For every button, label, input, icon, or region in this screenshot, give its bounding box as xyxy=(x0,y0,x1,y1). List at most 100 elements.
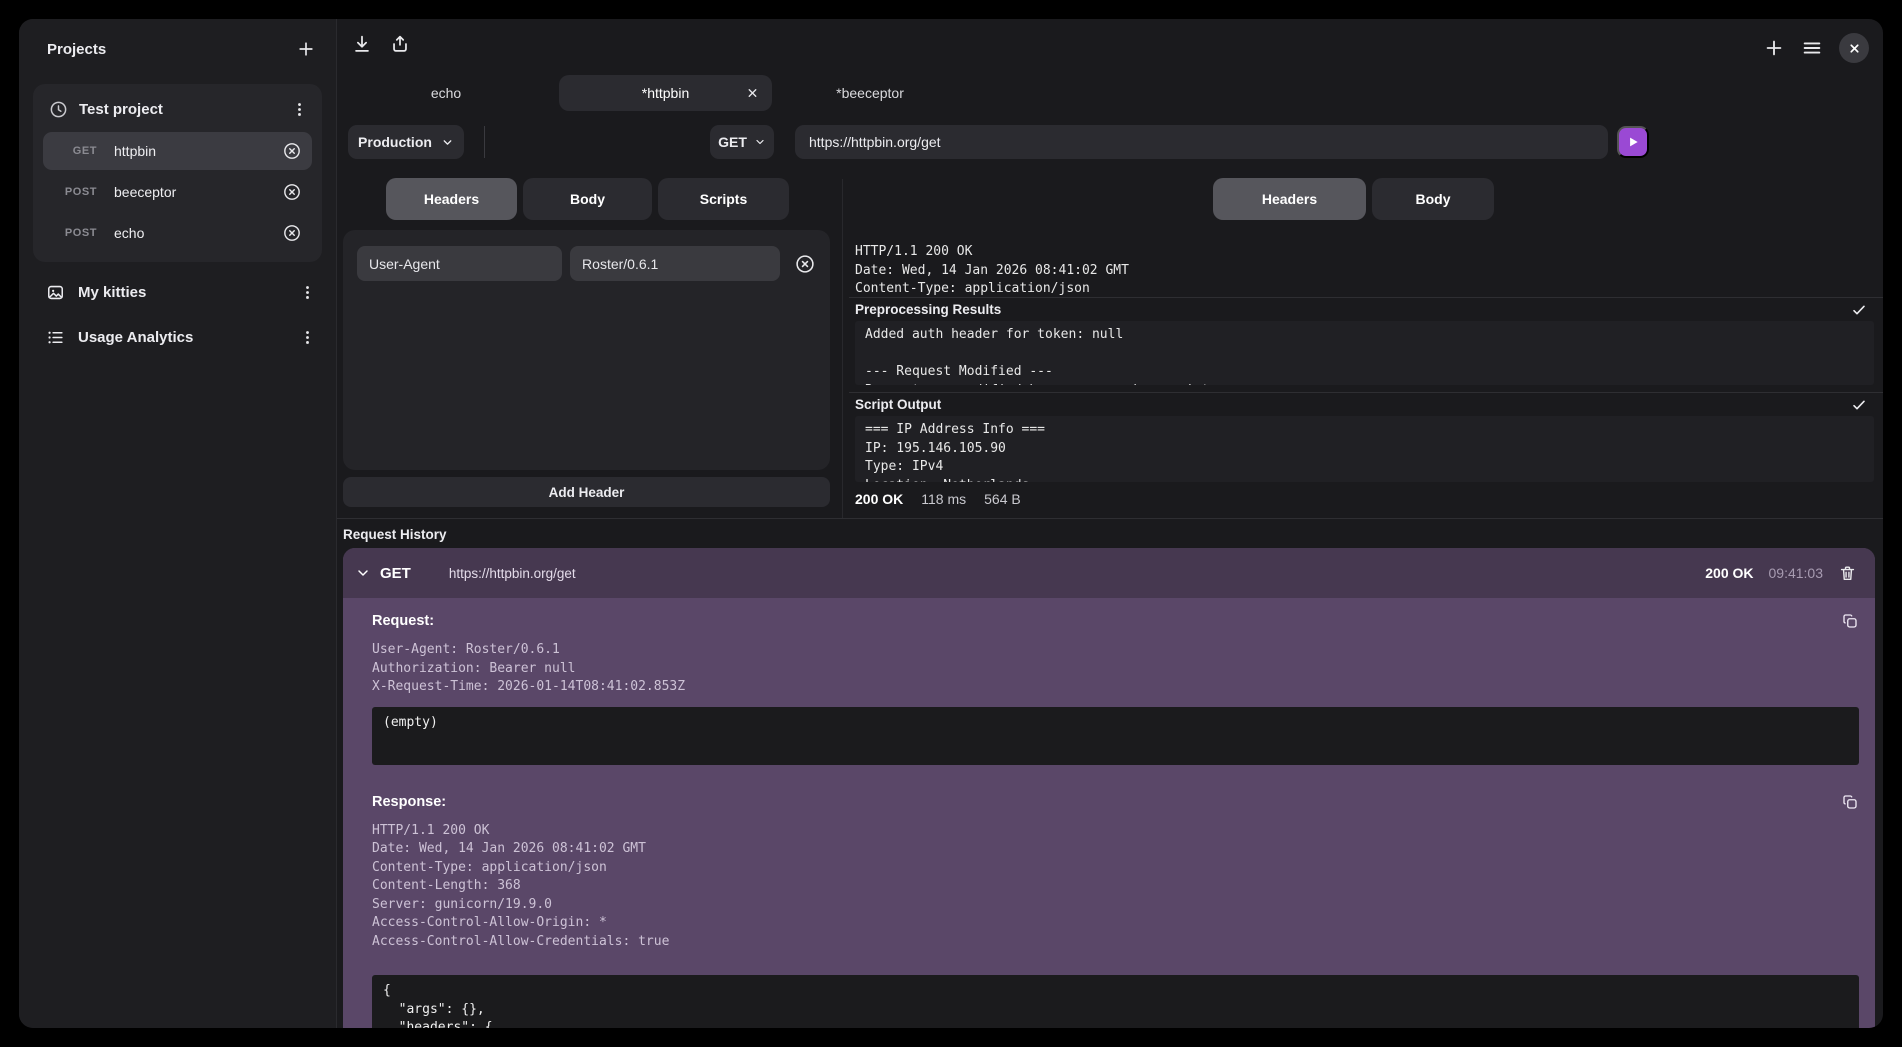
method-label: GET xyxy=(718,134,747,150)
copy-response-button[interactable] xyxy=(1841,793,1859,811)
url-input[interactable]: https://httpbin.org/get xyxy=(795,125,1608,159)
copy-request-button[interactable] xyxy=(1841,612,1859,630)
share-icon xyxy=(389,33,411,55)
close-icon xyxy=(1848,42,1861,55)
collection-name: My kitties xyxy=(78,284,286,301)
list-icon xyxy=(46,328,65,347)
history-entry: GET https://httpbin.org/get 200 OK 09:41… xyxy=(343,548,1875,1028)
new-project-button[interactable] xyxy=(296,39,316,59)
collection-menu-button[interactable] xyxy=(299,329,316,346)
environment-dropdown[interactable]: Production xyxy=(348,125,464,159)
tab-echo[interactable]: echo xyxy=(356,85,536,101)
copy-icon xyxy=(1841,793,1859,811)
tab-request-headers[interactable]: Headers xyxy=(386,178,517,220)
section-title: Script Output xyxy=(855,397,941,412)
plus-icon xyxy=(296,39,316,59)
tab-beeceptor[interactable]: *beeceptor xyxy=(772,85,968,101)
kebab-menu-icon xyxy=(299,284,316,301)
trash-icon xyxy=(1838,564,1857,583)
check-icon xyxy=(1851,397,1867,413)
remove-header-button[interactable] xyxy=(794,253,816,275)
history-request-headers: User-Agent: Roster/0.6.1 Authorization: … xyxy=(372,641,1859,697)
sidebar-item-httpbin[interactable]: GET httpbin xyxy=(43,132,312,170)
status-code: 200 OK xyxy=(855,491,903,507)
history-response-headers: HTTP/1.1 200 OK Date: Wed, 14 Jan 2026 0… xyxy=(372,822,1859,952)
history-method: GET xyxy=(380,565,411,582)
request-name-label: httpbin xyxy=(114,143,282,159)
sidebar-item-my-kitties[interactable]: My kitties xyxy=(19,270,336,315)
request-label: Request: xyxy=(372,613,434,629)
kebab-menu-icon xyxy=(299,329,316,346)
history-request-body: (empty) xyxy=(372,707,1859,765)
chevron-down-icon xyxy=(441,136,454,149)
header-value-input[interactable]: Roster/0.6.1 xyxy=(570,246,780,281)
chevron-down-icon xyxy=(754,136,766,148)
status-size: 564 B xyxy=(984,491,1021,507)
kebab-menu-icon xyxy=(291,101,308,118)
new-tab-button[interactable] xyxy=(1763,37,1785,59)
add-header-button[interactable]: Add Header xyxy=(343,477,830,507)
hamburger-menu-icon xyxy=(1801,37,1823,59)
request-name-label: echo xyxy=(114,225,282,241)
plus-icon xyxy=(1763,37,1785,59)
collection-name: Usage Analytics xyxy=(78,329,286,346)
sidebar: Projects Test project GET httpbin xyxy=(19,19,337,1028)
method-dropdown[interactable]: GET xyxy=(710,125,774,159)
close-tab-icon[interactable] xyxy=(746,87,759,100)
request-name-label: beeceptor xyxy=(114,184,282,200)
play-icon xyxy=(1626,135,1640,149)
tab-request-scripts[interactable]: Scripts xyxy=(658,178,789,220)
copy-icon xyxy=(1841,612,1859,630)
tab-response-body[interactable]: Body xyxy=(1372,178,1494,220)
project-name: Test project xyxy=(79,101,280,118)
history-entry-detail: Request: User-Agent: Roster/0.6.1 Author… xyxy=(343,598,1875,1028)
history-entry-row[interactable]: GET https://httpbin.org/get 200 OK 09:41… xyxy=(343,548,1875,598)
remove-circle-icon xyxy=(794,253,816,275)
download-icon xyxy=(351,33,373,55)
response-label: Response: xyxy=(372,794,446,810)
app-window: Projects Test project GET httpbin xyxy=(19,19,1883,1028)
remove-request-button[interactable] xyxy=(282,141,302,161)
tab-httpbin[interactable]: *httpbin xyxy=(559,75,772,111)
tab-request-body[interactable]: Body xyxy=(523,178,652,220)
history-status: 200 OK xyxy=(1705,565,1753,581)
request-panel-tabs: Headers Body Scripts xyxy=(386,178,789,220)
history-response-body: { "args": {}, "headers": { xyxy=(372,975,1859,1028)
check-icon xyxy=(1851,302,1867,318)
project-group: Test project GET httpbin POST beeceptor xyxy=(33,84,322,262)
history-timestamp: 09:41:03 xyxy=(1769,565,1824,581)
delete-history-button[interactable] xyxy=(1838,564,1857,583)
preprocessing-output: Added auth header for token: null --- Re… xyxy=(855,321,1874,385)
status-duration: 118 ms xyxy=(921,491,966,507)
remove-request-button[interactable] xyxy=(282,182,302,202)
sidebar-item-echo[interactable]: POST echo xyxy=(43,214,312,252)
export-button[interactable] xyxy=(389,33,411,55)
response-status-bar: 200 OK 118 ms 564 B xyxy=(855,491,1021,507)
project-menu-button[interactable] xyxy=(291,101,308,118)
preprocessing-results-header: Preprocessing Results xyxy=(849,297,1883,321)
environment-label: Production xyxy=(358,134,432,150)
request-history-section: Request History GET https://httpbin.org/… xyxy=(337,518,1883,1028)
sidebar-title: Projects xyxy=(47,41,106,58)
request-tab-strip: echo *httpbin *beeceptor xyxy=(337,75,968,111)
tab-label: *httpbin xyxy=(642,85,689,101)
sidebar-item-beeceptor[interactable]: POST beeceptor xyxy=(43,173,312,211)
sidebar-item-usage-analytics[interactable]: Usage Analytics xyxy=(19,315,336,360)
send-request-button[interactable] xyxy=(1617,126,1649,158)
main-area: echo *httpbin *beeceptor Production GET … xyxy=(337,19,1883,1028)
request-method-label: POST xyxy=(53,227,97,239)
header-key-input[interactable]: User-Agent xyxy=(357,246,562,281)
close-window-button[interactable] xyxy=(1839,33,1869,63)
tab-response-headers[interactable]: Headers xyxy=(1213,178,1366,220)
remove-circle-icon xyxy=(282,182,302,202)
panel-divider xyxy=(842,179,843,518)
request-method-label: GET xyxy=(53,145,97,157)
history-url: https://httpbin.org/get xyxy=(449,566,576,581)
remove-circle-icon xyxy=(282,141,302,161)
chevron-down-icon[interactable] xyxy=(355,565,371,581)
toolbar-divider xyxy=(484,126,485,158)
collection-menu-button[interactable] xyxy=(299,284,316,301)
remove-request-button[interactable] xyxy=(282,223,302,243)
menu-button[interactable] xyxy=(1801,37,1823,59)
import-button[interactable] xyxy=(351,33,373,55)
